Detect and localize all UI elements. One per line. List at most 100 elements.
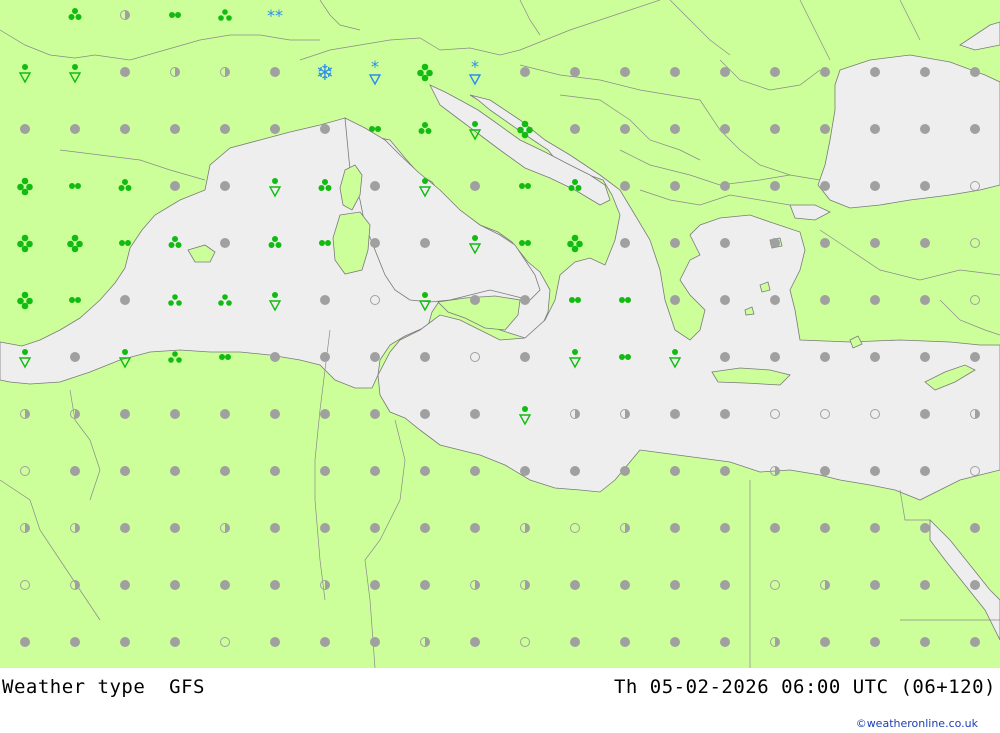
heavy-rain-icon — [417, 63, 433, 82]
rain-icon — [69, 297, 81, 303]
cloudy-dot-icon — [870, 181, 880, 191]
half-cloud-icon — [770, 637, 780, 647]
cloudy-dot-icon — [220, 580, 230, 590]
snow-showers-icon: * — [468, 57, 482, 86]
cloudy-dot-icon — [920, 466, 930, 476]
half-cloud-icon — [20, 409, 30, 419]
cloudy-dot-icon — [20, 124, 30, 134]
cloudy-dot-icon — [270, 124, 280, 134]
cloudy-dot-icon — [70, 637, 80, 647]
rain-showers-icon — [18, 64, 32, 84]
cloudy-dot-icon — [470, 466, 480, 476]
cloudy-dot-icon — [670, 637, 680, 647]
clear-circle-icon — [570, 523, 580, 533]
cloudy-dot-icon — [720, 124, 730, 134]
half-cloud-icon — [520, 523, 530, 533]
clear-circle-icon — [970, 238, 980, 248]
half-cloud-icon — [220, 523, 230, 533]
cloudy-dot-icon — [220, 181, 230, 191]
cloudy-dot-icon — [770, 238, 780, 248]
cloudy-dot-icon — [720, 580, 730, 590]
rain-icon — [69, 183, 81, 189]
cloudy-dot-icon — [170, 523, 180, 533]
cloudy-dot-icon — [820, 352, 830, 362]
half-cloud-icon — [220, 67, 230, 77]
credit-link[interactable]: ©weatheronline.co.uk — [856, 717, 978, 730]
cloudy-dot-icon — [620, 181, 630, 191]
cloudy-dot-icon — [870, 523, 880, 533]
cloudy-dot-icon — [770, 181, 780, 191]
cloudy-dot-icon — [770, 67, 780, 77]
cloudy-dot-icon — [220, 409, 230, 419]
cloudy-dot-icon — [720, 523, 730, 533]
cloudy-dot-icon — [420, 352, 430, 362]
cloudy-dot-icon — [20, 637, 30, 647]
map-title: Weather type — [2, 676, 146, 698]
cloudy-dot-icon — [270, 580, 280, 590]
cloudy-dot-icon — [170, 466, 180, 476]
map-canvas: **❄ * * — [0, 0, 1000, 668]
heavy-rain-icon — [17, 291, 33, 310]
cloudy-dot-icon — [870, 580, 880, 590]
cloudy-dot-icon — [970, 580, 980, 590]
half-cloud-icon — [70, 580, 80, 590]
cloudy-dot-icon — [820, 295, 830, 305]
cloudy-dot-icon — [670, 124, 680, 134]
half-cloud-icon — [120, 10, 130, 20]
cloudy-dot-icon — [570, 580, 580, 590]
valid-time: Th 05-02-2026 06:00 UTC (06+120) — [613, 676, 996, 698]
red-sea — [929, 519, 1000, 641]
clear-circle-icon — [520, 637, 530, 647]
cloudy-dot-icon — [270, 67, 280, 77]
cloudy-dot-icon — [770, 124, 780, 134]
cloudy-dot-icon — [270, 352, 280, 362]
cloudy-dot-icon — [470, 637, 480, 647]
cloudy-dot-icon — [920, 238, 930, 248]
cloudy-dot-icon — [620, 466, 630, 476]
svg-text:*: * — [371, 57, 379, 76]
cloudy-dot-icon — [620, 67, 630, 77]
cloudy-dot-icon — [220, 124, 230, 134]
heavy-rain-icon — [67, 234, 83, 253]
cloudy-dot-icon — [320, 466, 330, 476]
showers-icon — [418, 122, 432, 134]
cloudy-dot-icon — [270, 409, 280, 419]
heavy-snow-icon: ❄ — [316, 61, 334, 86]
cloudy-dot-icon — [920, 181, 930, 191]
cloudy-dot-icon — [920, 409, 930, 419]
cloudy-dot-icon — [120, 523, 130, 533]
cloudy-dot-icon — [970, 67, 980, 77]
model-name: GFS — [169, 676, 205, 698]
cloudy-dot-icon — [920, 580, 930, 590]
cloudy-dot-icon — [120, 295, 130, 305]
cloudy-dot-icon — [870, 466, 880, 476]
marmara-sea — [789, 204, 831, 221]
cloudy-dot-icon — [370, 637, 380, 647]
cloudy-dot-icon — [670, 238, 680, 248]
cloudy-dot-icon — [170, 580, 180, 590]
cloudy-dot-icon — [920, 67, 930, 77]
heavy-rain-icon — [17, 234, 33, 253]
cloudy-dot-icon — [420, 466, 430, 476]
cloudy-dot-icon — [320, 124, 330, 134]
cloudy-dot-icon — [570, 637, 580, 647]
cloudy-dot-icon — [420, 580, 430, 590]
cloudy-dot-icon — [270, 466, 280, 476]
cloudy-dot-icon — [920, 124, 930, 134]
cloudy-dot-icon — [870, 352, 880, 362]
cloudy-dot-icon — [420, 409, 430, 419]
cloudy-dot-icon — [420, 523, 430, 533]
cloudy-dot-icon — [320, 352, 330, 362]
cloudy-dot-icon — [720, 352, 730, 362]
cloudy-dot-icon — [820, 67, 830, 77]
cloudy-dot-icon — [270, 637, 280, 647]
half-cloud-icon — [620, 523, 630, 533]
cloudy-dot-icon — [520, 67, 530, 77]
snow-icon: ** — [267, 6, 283, 25]
rain-icon — [369, 126, 381, 132]
cloudy-dot-icon — [870, 295, 880, 305]
half-cloud-icon — [70, 409, 80, 419]
cloudy-dot-icon — [370, 238, 380, 248]
cloudy-dot-icon — [370, 466, 380, 476]
svg-text:❄: ❄ — [316, 61, 334, 86]
